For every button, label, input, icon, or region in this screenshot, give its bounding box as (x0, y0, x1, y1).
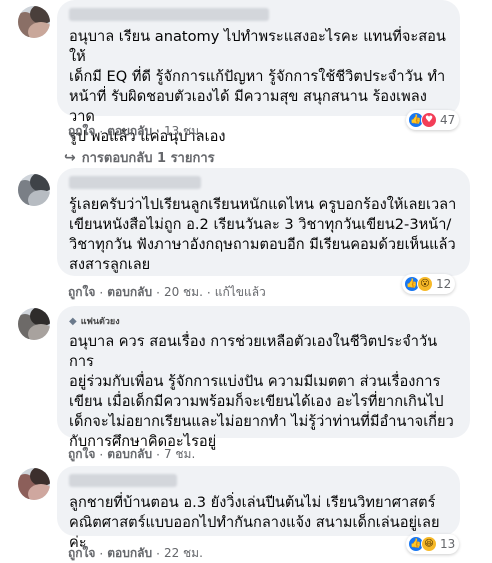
avatar[interactable] (18, 468, 50, 500)
reply-button[interactable]: ตอบกลับ (107, 283, 152, 302)
comment-actions: ถูกใจ · ตอบกลับ · 20 ชม. · แก้ไขแล้ว (68, 283, 266, 302)
edited-label[interactable]: แก้ไขแล้ว (215, 283, 266, 302)
separator: · (99, 447, 104, 462)
timestamp[interactable]: 7 ชม. (164, 445, 195, 464)
like-button[interactable]: ถูกใจ (68, 445, 95, 464)
wow-icon: 😮 (417, 276, 433, 292)
like-button[interactable]: ถูกใจ (68, 122, 95, 141)
reply-button[interactable]: ตอบกลับ (107, 445, 152, 464)
reaction-summary[interactable]: 👍 😮 12 (402, 274, 456, 294)
author-name[interactable] (69, 474, 177, 487)
reaction-count: 12 (436, 277, 452, 291)
comment-actions: ถูกใจ · ตอบกลับ · 22 ชม. (68, 544, 203, 563)
view-replies-label: การตอบกลับ 1 รายการ (81, 151, 215, 166)
view-replies-link[interactable]: ↪ การตอบกลับ 1 รายการ (64, 147, 215, 168)
reaction-summary[interactable]: 👍 ♥ 47 (406, 110, 460, 130)
timestamp[interactable]: 22 ชม. (164, 544, 203, 563)
separator: · (156, 546, 160, 561)
top-fan-badge: ◆ แฟนตัวยง (69, 314, 458, 328)
comment-bubble: ◆ แฟนตัวยง อนุบาล ควร สอนเรื่อง การช่วยเ… (57, 306, 470, 450)
comment-bubble: ลูกชายที่บ้านตอน อ.3 ยังวิ่งเล่นปีนต้นไม… (57, 466, 460, 551)
separator: · (156, 285, 160, 300)
separator: · (156, 447, 160, 462)
love-icon: ♥ (421, 112, 437, 128)
separator: · (156, 124, 160, 139)
avatar[interactable] (18, 308, 50, 340)
comment-text: รู้เลยครับว่าไปเรียนลูกเรียนหนักแดไหน คร… (69, 196, 457, 273)
comment-bubble: อนุบาล เรียน anatomy ไปทำพระแสงอะไรคะ แท… (57, 0, 460, 145)
separator: · (99, 285, 104, 300)
reaction-count: 13 (440, 537, 456, 551)
badge-label: แฟนตัวยง (80, 317, 120, 327)
comment-actions: ถูกใจ · ตอบกลับ · 7 ชม. (68, 445, 195, 464)
comment-bubble: รู้เลยครับว่าไปเรียนลูกเรียนหนักแดไหน คร… (57, 168, 470, 276)
diamond-icon: ◆ (69, 315, 77, 327)
reply-arrow-icon: ↪ (64, 149, 76, 166)
comment-text: อนุบาล ควร สอนเรื่อง การช่วยเหลือตัวเองใ… (69, 333, 454, 450)
author-name[interactable] (69, 176, 201, 189)
reaction-summary[interactable]: 👍 😆 13 (406, 534, 460, 554)
timestamp[interactable]: 13 ชม. (164, 122, 203, 141)
timestamp[interactable]: 20 ชม. (164, 283, 203, 302)
separator: · (99, 124, 104, 139)
separator: · (99, 546, 104, 561)
haha-icon: 😆 (421, 536, 437, 552)
reply-button[interactable]: ตอบกลับ (107, 544, 152, 563)
comment-actions: ถูกใจ · ตอบกลับ · 13 ชม. (68, 122, 203, 141)
author-name[interactable] (69, 8, 269, 21)
separator: · (206, 285, 211, 300)
like-button[interactable]: ถูกใจ (68, 283, 95, 302)
avatar[interactable] (18, 174, 50, 206)
like-button[interactable]: ถูกใจ (68, 544, 95, 563)
reaction-count: 47 (440, 113, 456, 127)
reply-button[interactable]: ตอบกลับ (107, 122, 152, 141)
avatar[interactable] (18, 6, 50, 38)
